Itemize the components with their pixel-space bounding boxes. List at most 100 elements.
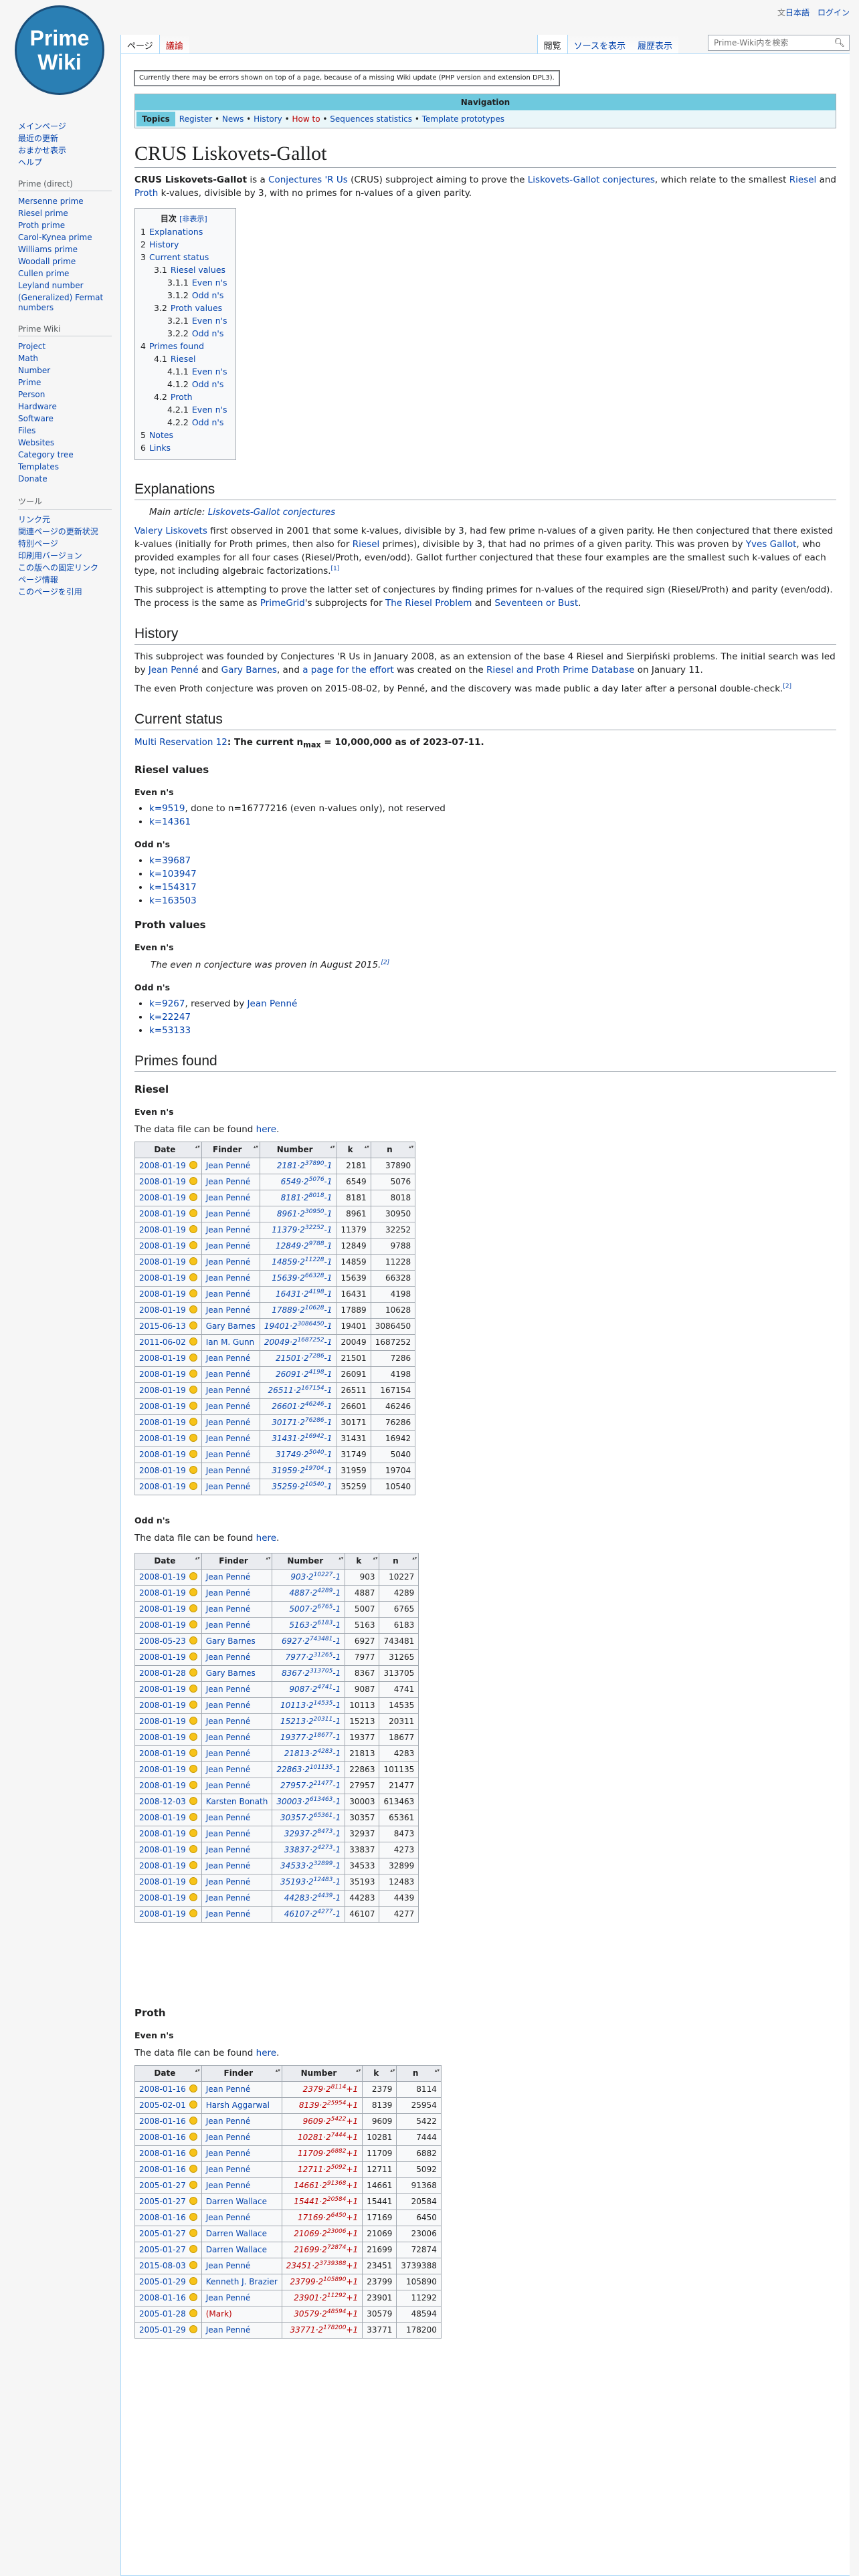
link-rpp-database[interactable]: Riesel and Proth Prime Database xyxy=(486,665,634,675)
date-link[interactable]: 2008-01-19 xyxy=(139,1765,186,1774)
finder-link[interactable]: Jean Penné xyxy=(206,2133,250,2142)
sidebar-link[interactable]: リンク元 xyxy=(18,515,50,524)
finder-link[interactable]: Jean Penné xyxy=(206,1765,250,1774)
toc-link[interactable]: 2 History xyxy=(140,239,179,249)
column-header[interactable]: k xyxy=(336,1141,371,1158)
sidebar-link[interactable]: このページを引用 xyxy=(18,587,82,597)
finder-link[interactable]: Jean Penné xyxy=(206,1241,250,1251)
sidebar-link[interactable]: 印刷用バージョン xyxy=(18,551,82,560)
number-link[interactable]: 17169·26450+1 xyxy=(298,2212,358,2222)
finder-link[interactable]: Jean Penné xyxy=(206,1402,250,1411)
number-link[interactable]: 5163·26183-1 xyxy=(289,1620,341,1630)
toc-link[interactable]: 3.2.2 Odd n's xyxy=(167,328,223,338)
date-link[interactable]: 2008-01-19 xyxy=(139,1466,186,1475)
link-primegrid[interactable]: PrimeGrid xyxy=(260,598,305,609)
sidebar-link[interactable]: Files xyxy=(18,426,35,435)
language-link[interactable]: 文日本語 xyxy=(777,7,809,18)
number-link[interactable]: 34533·232899-1 xyxy=(280,1860,341,1870)
finder-link[interactable]: Jean Penné xyxy=(206,2261,250,2270)
finder-link[interactable]: Jean Penné xyxy=(206,1588,250,1598)
number-link[interactable]: 17889·210628-1 xyxy=(272,1305,332,1315)
finder-link[interactable]: Jean Penné xyxy=(206,1466,250,1475)
date-link[interactable]: 2015-08-03 xyxy=(139,2261,186,2270)
link-k[interactable]: k=39687 xyxy=(149,855,191,866)
date-link[interactable]: 2005-01-29 xyxy=(139,2277,186,2286)
finder-link[interactable]: Jean Penné xyxy=(206,1701,250,1710)
sidebar-link[interactable]: Hardware xyxy=(18,402,57,411)
date-link[interactable]: 2008-01-19 xyxy=(139,1225,186,1235)
finder-link[interactable]: Jean Penné xyxy=(206,1370,250,1379)
date-link[interactable]: 2008-01-19 xyxy=(139,1354,186,1363)
date-link[interactable]: 2008-01-19 xyxy=(139,1572,186,1582)
column-header[interactable]: Date xyxy=(134,1552,202,1570)
finder-link[interactable]: Jean Penné xyxy=(206,1482,250,1491)
date-link[interactable]: 2008-01-19 xyxy=(139,1701,186,1710)
number-link[interactable]: 30357·265361-1 xyxy=(280,1812,341,1822)
sidebar-link[interactable]: 特別ページ xyxy=(18,539,58,548)
number-link[interactable]: 6549·25076-1 xyxy=(281,1176,332,1186)
link-k[interactable]: k=14361 xyxy=(149,817,191,827)
date-link[interactable]: 2008-01-19 xyxy=(139,1289,186,1299)
date-link[interactable]: 2005-02-01 xyxy=(139,2101,186,2110)
number-link[interactable]: 23799·2105890+1 xyxy=(290,2276,359,2286)
sidebar-link[interactable]: Websites xyxy=(18,438,54,447)
number-link[interactable]: 11709·26882+1 xyxy=(298,2148,358,2158)
sidebar-link[interactable]: Leyland number xyxy=(18,281,84,290)
date-link[interactable]: 2005-01-27 xyxy=(139,2197,186,2206)
date-link[interactable]: 2008-01-19 xyxy=(139,1418,186,1427)
number-link[interactable]: 23901·211292+1 xyxy=(294,2292,358,2302)
date-link[interactable]: 2008-01-19 xyxy=(139,1402,186,1411)
link-person[interactable]: Jean Penné xyxy=(248,998,298,1009)
number-link[interactable]: 26091·24198-1 xyxy=(276,1369,332,1379)
column-header[interactable]: Number xyxy=(272,1552,346,1570)
date-link[interactable]: 2008-01-16 xyxy=(139,2293,186,2302)
finder-link[interactable]: Jean Penné xyxy=(206,2325,250,2335)
number-link[interactable]: 4887·24289-1 xyxy=(289,1588,341,1598)
number-link[interactable]: 27957·221477-1 xyxy=(280,1780,341,1790)
link-k[interactable]: k=9519 xyxy=(149,803,185,814)
number-link[interactable]: 8367·2313705-1 xyxy=(282,1668,341,1678)
finder-link[interactable]: Jean Penné xyxy=(206,1861,250,1870)
date-link[interactable]: 2008-01-19 xyxy=(139,1733,186,1742)
link-gary-barnes[interactable]: Gary Barnes xyxy=(221,665,277,675)
link-k[interactable]: k=154317 xyxy=(149,882,197,893)
finder-link[interactable]: Jean Penné xyxy=(206,2181,250,2190)
column-header[interactable]: Finder xyxy=(201,1141,260,1158)
date-link[interactable]: 2005-01-28 xyxy=(139,2309,186,2319)
date-link[interactable]: 2005-01-27 xyxy=(139,2245,186,2254)
date-link[interactable]: 2008-01-19 xyxy=(139,1604,186,1614)
toc-link[interactable]: 3 Current status xyxy=(140,252,209,262)
date-link[interactable]: 2008-01-19 xyxy=(139,1781,186,1790)
date-link[interactable]: 2008-01-19 xyxy=(139,1434,186,1443)
date-link[interactable]: 2008-01-19 xyxy=(139,1370,186,1379)
sidebar-link[interactable]: Riesel prime xyxy=(18,209,68,218)
number-link[interactable]: 7977·231265-1 xyxy=(286,1652,341,1662)
number-link[interactable]: 30579·248594+1 xyxy=(294,2309,358,2319)
sidebar-link[interactable]: Cullen prime xyxy=(18,269,69,278)
toc-link[interactable]: 3.2.1 Even n's xyxy=(167,316,227,326)
toc-link[interactable]: 3.1.2 Odd n's xyxy=(167,290,223,300)
finder-link[interactable]: Jean Penné xyxy=(206,1604,250,1614)
date-link[interactable]: 2008-01-28 xyxy=(139,1669,186,1678)
finder-link[interactable]: Jean Penné xyxy=(206,1289,250,1299)
toc-link[interactable]: 6 Links xyxy=(140,443,171,453)
finder-link[interactable]: Jean Penné xyxy=(206,1652,250,1662)
link-k[interactable]: k=163503 xyxy=(149,895,197,906)
column-header[interactable]: k xyxy=(362,2064,397,2082)
sidebar-link[interactable]: Mersenne prime xyxy=(18,197,84,206)
finder-link[interactable]: Jean Penné xyxy=(206,2117,250,2126)
number-link[interactable]: 21813·24283-1 xyxy=(284,1748,341,1758)
date-link[interactable]: 2008-01-19 xyxy=(139,1877,186,1887)
finder-link[interactable]: Jean Penné xyxy=(206,1225,250,1235)
toc-link[interactable]: 4 Primes found xyxy=(140,341,204,351)
column-header[interactable]: Finder xyxy=(201,1552,273,1570)
toc-link[interactable]: 5 Notes xyxy=(140,430,173,440)
date-link[interactable]: 2008-01-19 xyxy=(139,1241,186,1251)
date-link[interactable]: 2005-01-27 xyxy=(139,2229,186,2238)
sidebar-link[interactable]: Person xyxy=(18,390,45,399)
finder-link[interactable]: Jean Penné xyxy=(206,1354,250,1363)
link-proth[interactable]: Proth xyxy=(134,188,158,199)
finder-link[interactable]: Jean Penné xyxy=(206,1273,250,1283)
sidebar-link[interactable]: メインページ xyxy=(18,122,66,131)
number-link[interactable]: 5007·26765-1 xyxy=(289,1604,341,1614)
